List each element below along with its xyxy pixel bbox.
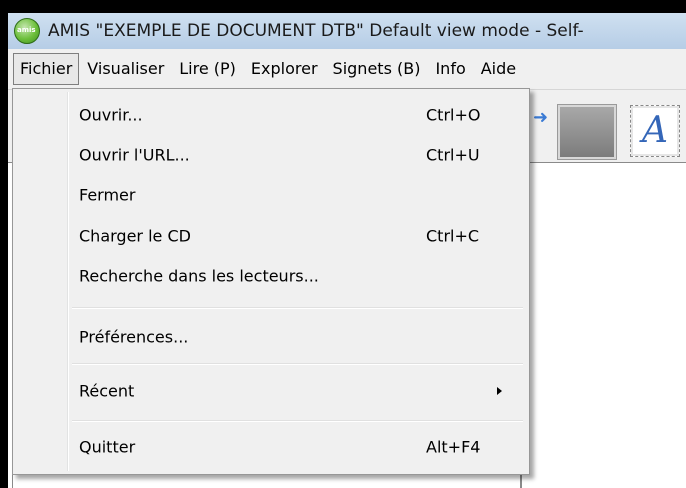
menu-item-label: Recherche dans les lecteurs... [79,266,319,286]
menu-bar: Fichier Visualiser Lire (P) Explorer Sig… [8,49,686,90]
window-title: AMIS "EXEMPLE DE DOCUMENT DTB" Default v… [48,21,584,41]
menu-item-quitter[interactable]: Quitter Alt+F4 [16,427,524,467]
menu-item-label: Ouvrir... [79,105,143,125]
submenu-arrow-icon [497,387,502,395]
menu-item-fermer[interactable]: Fermer [16,175,524,215]
amis-app-icon [14,18,40,44]
arrow-icon[interactable]: ➜ [533,109,548,127]
menu-item-shortcut: Alt+F4 [426,437,481,457]
menu-item-shortcut: Ctrl+C [426,226,480,246]
menu-item-label: Fermer [79,185,136,205]
menu-item-label: Quitter [79,437,136,457]
menu-info[interactable]: Info [428,53,472,85]
menu-item-recent[interactable]: Récent [16,371,524,411]
stop-square-button[interactable] [558,105,616,159]
menu-item-label: Récent [79,381,135,401]
menu-item-label: Charger le CD [79,226,191,246]
menu-item-preferences[interactable]: Préférences... [16,317,524,357]
menu-item-charger-cd[interactable]: Charger le CD Ctrl+C [16,216,524,256]
menu-separator [72,363,523,365]
menu-lire[interactable]: Lire (P) [172,53,243,85]
menu-separator [72,307,523,309]
font-style-button[interactable]: A [630,105,680,157]
menu-item-label: Préférences... [79,327,189,347]
menu-item-ouvrir[interactable]: Ouvrir... Ctrl+O [16,95,524,135]
menu-item-ouvrir-url[interactable]: Ouvrir l'URL... Ctrl+U [16,135,524,175]
menu-item-label: Ouvrir l'URL... [79,145,190,165]
menu-fichier[interactable]: Fichier [13,53,80,85]
file-menu-dropdown: Ouvrir... Ctrl+O Ouvrir l'URL... Ctrl+U … [12,88,530,475]
menu-separator [72,420,523,422]
menu-visualiser[interactable]: Visualiser [80,53,171,85]
menu-aide[interactable]: Aide [474,53,523,85]
menu-item-shortcut: Ctrl+O [426,105,481,125]
menu-item-shortcut: Ctrl+U [426,145,480,165]
menu-item-recherche-lecteurs[interactable]: Recherche dans les lecteurs... [16,256,524,296]
title-bar[interactable]: AMIS "EXEMPLE DE DOCUMENT DTB" Default v… [8,13,686,49]
menu-explorer[interactable]: Explorer [244,53,325,85]
app-window: AMIS "EXEMPLE DE DOCUMENT DTB" Default v… [0,0,686,488]
menu-signets[interactable]: Signets (B) [326,53,428,85]
